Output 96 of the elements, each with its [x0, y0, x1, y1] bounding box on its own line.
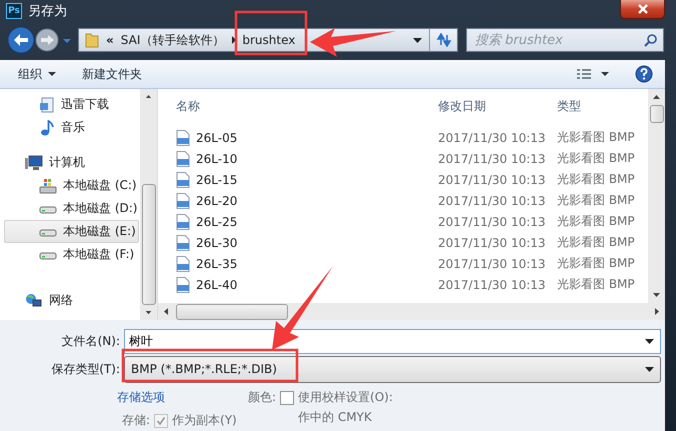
bitmap-file-icon [176, 150, 190, 166]
window-title: 另存为 [28, 3, 67, 20]
file-type: 光影看图 BMP [556, 129, 636, 146]
file-date: 2017/11/30 10:13 [437, 194, 547, 208]
sidebar-item[interactable]: 迅雷下载 [4, 93, 139, 116]
search-input[interactable]: 搜索 brushtex [473, 32, 644, 48]
sidebar-item[interactable]: 网络 [4, 289, 139, 312]
proof-setup-value: 作中的 CMYK [297, 409, 373, 426]
new-folder-button[interactable]: 新建文件夹 [78, 64, 146, 84]
dropdown-caret-icon [645, 338, 654, 344]
file-date: 2017/11/30 10:13 [437, 236, 547, 250]
search-icon [644, 34, 657, 46]
file-type: 光影看图 BMP [556, 150, 636, 167]
caret-icon[interactable] [601, 72, 609, 76]
sidebar-item[interactable]: 本地磁盘 (F:) [4, 243, 139, 266]
horizontal-scrollbar[interactable] [158, 303, 665, 320]
dropdown-caret-icon[interactable] [413, 38, 422, 42]
scroll-right-icon[interactable] [655, 308, 659, 315]
file-name[interactable]: 26L-25 [174, 214, 436, 230]
breadcrumb-overflow[interactable]: « [106, 33, 114, 47]
breadcrumb-item[interactable]: brushtex [242, 33, 296, 47]
network-icon [25, 292, 43, 308]
file-date: 2017/11/30 10:13 [437, 278, 547, 292]
search-field[interactable]: 搜索 brushtex [466, 28, 664, 52]
bitmap-file-icon [176, 214, 190, 230]
sidebar-item[interactable]: 本地磁盘 (D:) [4, 197, 139, 220]
scroll-up-icon[interactable] [145, 95, 152, 98]
file-name[interactable]: 26L-20 [174, 192, 436, 208]
checkbox-label: 作为副本(Y) [172, 412, 237, 429]
file-date: 2017/11/30 10:13 [437, 130, 547, 144]
close-icon [636, 4, 648, 14]
column-header[interactable]: 修改日期 [436, 98, 555, 114]
file-name[interactable]: 26L-30 [174, 234, 436, 250]
file-date: 2017/11/30 10:13 [437, 152, 547, 166]
checkbox-label: 使用校样设置(O): [298, 389, 393, 406]
scrollbar-thumb[interactable] [650, 105, 664, 123]
bitmap-file-icon [176, 130, 190, 146]
scroll-left-icon[interactable] [164, 308, 168, 315]
sidebar-item[interactable]: 音乐 [4, 116, 139, 139]
bitmap-file-icon [176, 256, 190, 272]
file-type: 光影看图 BMP [556, 213, 636, 230]
bitmap-file-icon [176, 276, 190, 292]
chevron-icon [231, 36, 238, 44]
file-list-scrollbar[interactable] [648, 89, 665, 303]
bitmap-file-icon [176, 192, 190, 208]
file-type: 光影看图 BMP [556, 234, 636, 251]
music-note-icon [39, 120, 55, 136]
app-icon: Ps [6, 3, 22, 19]
help-icon[interactable] [635, 65, 653, 83]
refresh-button[interactable] [429, 29, 457, 51]
back-forward-icon[interactable] [6, 25, 72, 55]
file-date: 2017/11/30 10:13 [437, 172, 547, 186]
file-name[interactable]: 26L-40 [174, 276, 436, 292]
column-header[interactable]: 名称 [174, 98, 436, 114]
file-type: 光影看图 BMP [556, 192, 636, 209]
file-type: 光影看图 BMP [556, 255, 636, 272]
caret-icon [48, 72, 56, 76]
scroll-down-icon[interactable] [145, 310, 152, 314]
color-label: 颜色: [248, 389, 276, 406]
file-type-dropdown[interactable]: BMP (*.BMP;*.RLE;*.DIB) [124, 356, 661, 382]
organize-menu-button[interactable]: 组织 [14, 64, 60, 84]
field-label: 文件名(N): [60, 332, 121, 350]
file-date: 2017/11/30 10:13 [437, 214, 547, 228]
proof-setup-checkbox[interactable] [280, 390, 294, 404]
sidebar-item[interactable]: 本地磁盘 (E:) [4, 220, 139, 243]
filename-field[interactable]: 树叶 [124, 328, 661, 354]
folder-icon [85, 32, 99, 48]
bitmap-file-icon [176, 172, 190, 188]
dropdown-caret-icon [645, 366, 654, 372]
file-name[interactable]: 26L-05 [174, 130, 436, 146]
computer-icon [25, 154, 43, 170]
file-name[interactable]: 26L-35 [174, 256, 436, 272]
sidebar-item[interactable]: 本地磁盘 (C:) [4, 174, 139, 197]
save-label: 存储: [122, 412, 150, 429]
scroll-up-icon[interactable] [653, 95, 660, 99]
column-header[interactable]: 类型 [555, 98, 648, 114]
bitmap-file-icon [176, 234, 190, 250]
breadcrumb-item[interactable]: SAI（转手绘软件） [120, 32, 224, 48]
file-name[interactable]: 26L-10 [174, 150, 436, 166]
system-drive-icon [39, 178, 57, 194]
scrollbar-thumb[interactable] [142, 184, 156, 305]
refresh-icon [436, 33, 452, 47]
file-type: 光影看图 BMP [556, 171, 636, 188]
scrollbar-thumb[interactable] [176, 304, 288, 320]
file-date: 2017/11/30 10:13 [437, 256, 547, 270]
document-icon [39, 96, 55, 112]
field-label: 保存类型(T): [50, 360, 121, 378]
scroll-down-icon[interactable] [653, 293, 660, 297]
sidebar-scrollbar[interactable] [140, 89, 157, 320]
file-type: 光影看图 BMP [556, 276, 636, 293]
view-list-icon[interactable] [577, 68, 591, 80]
sidebar-item[interactable]: 计算机 [4, 151, 139, 174]
address-bar[interactable]: « SAI（转手绘软件） brushtex [78, 28, 458, 52]
close-button[interactable] [620, 0, 665, 19]
file-name[interactable]: 26L-15 [174, 172, 436, 188]
save-options-link[interactable]: 存储选项 [117, 389, 248, 406]
